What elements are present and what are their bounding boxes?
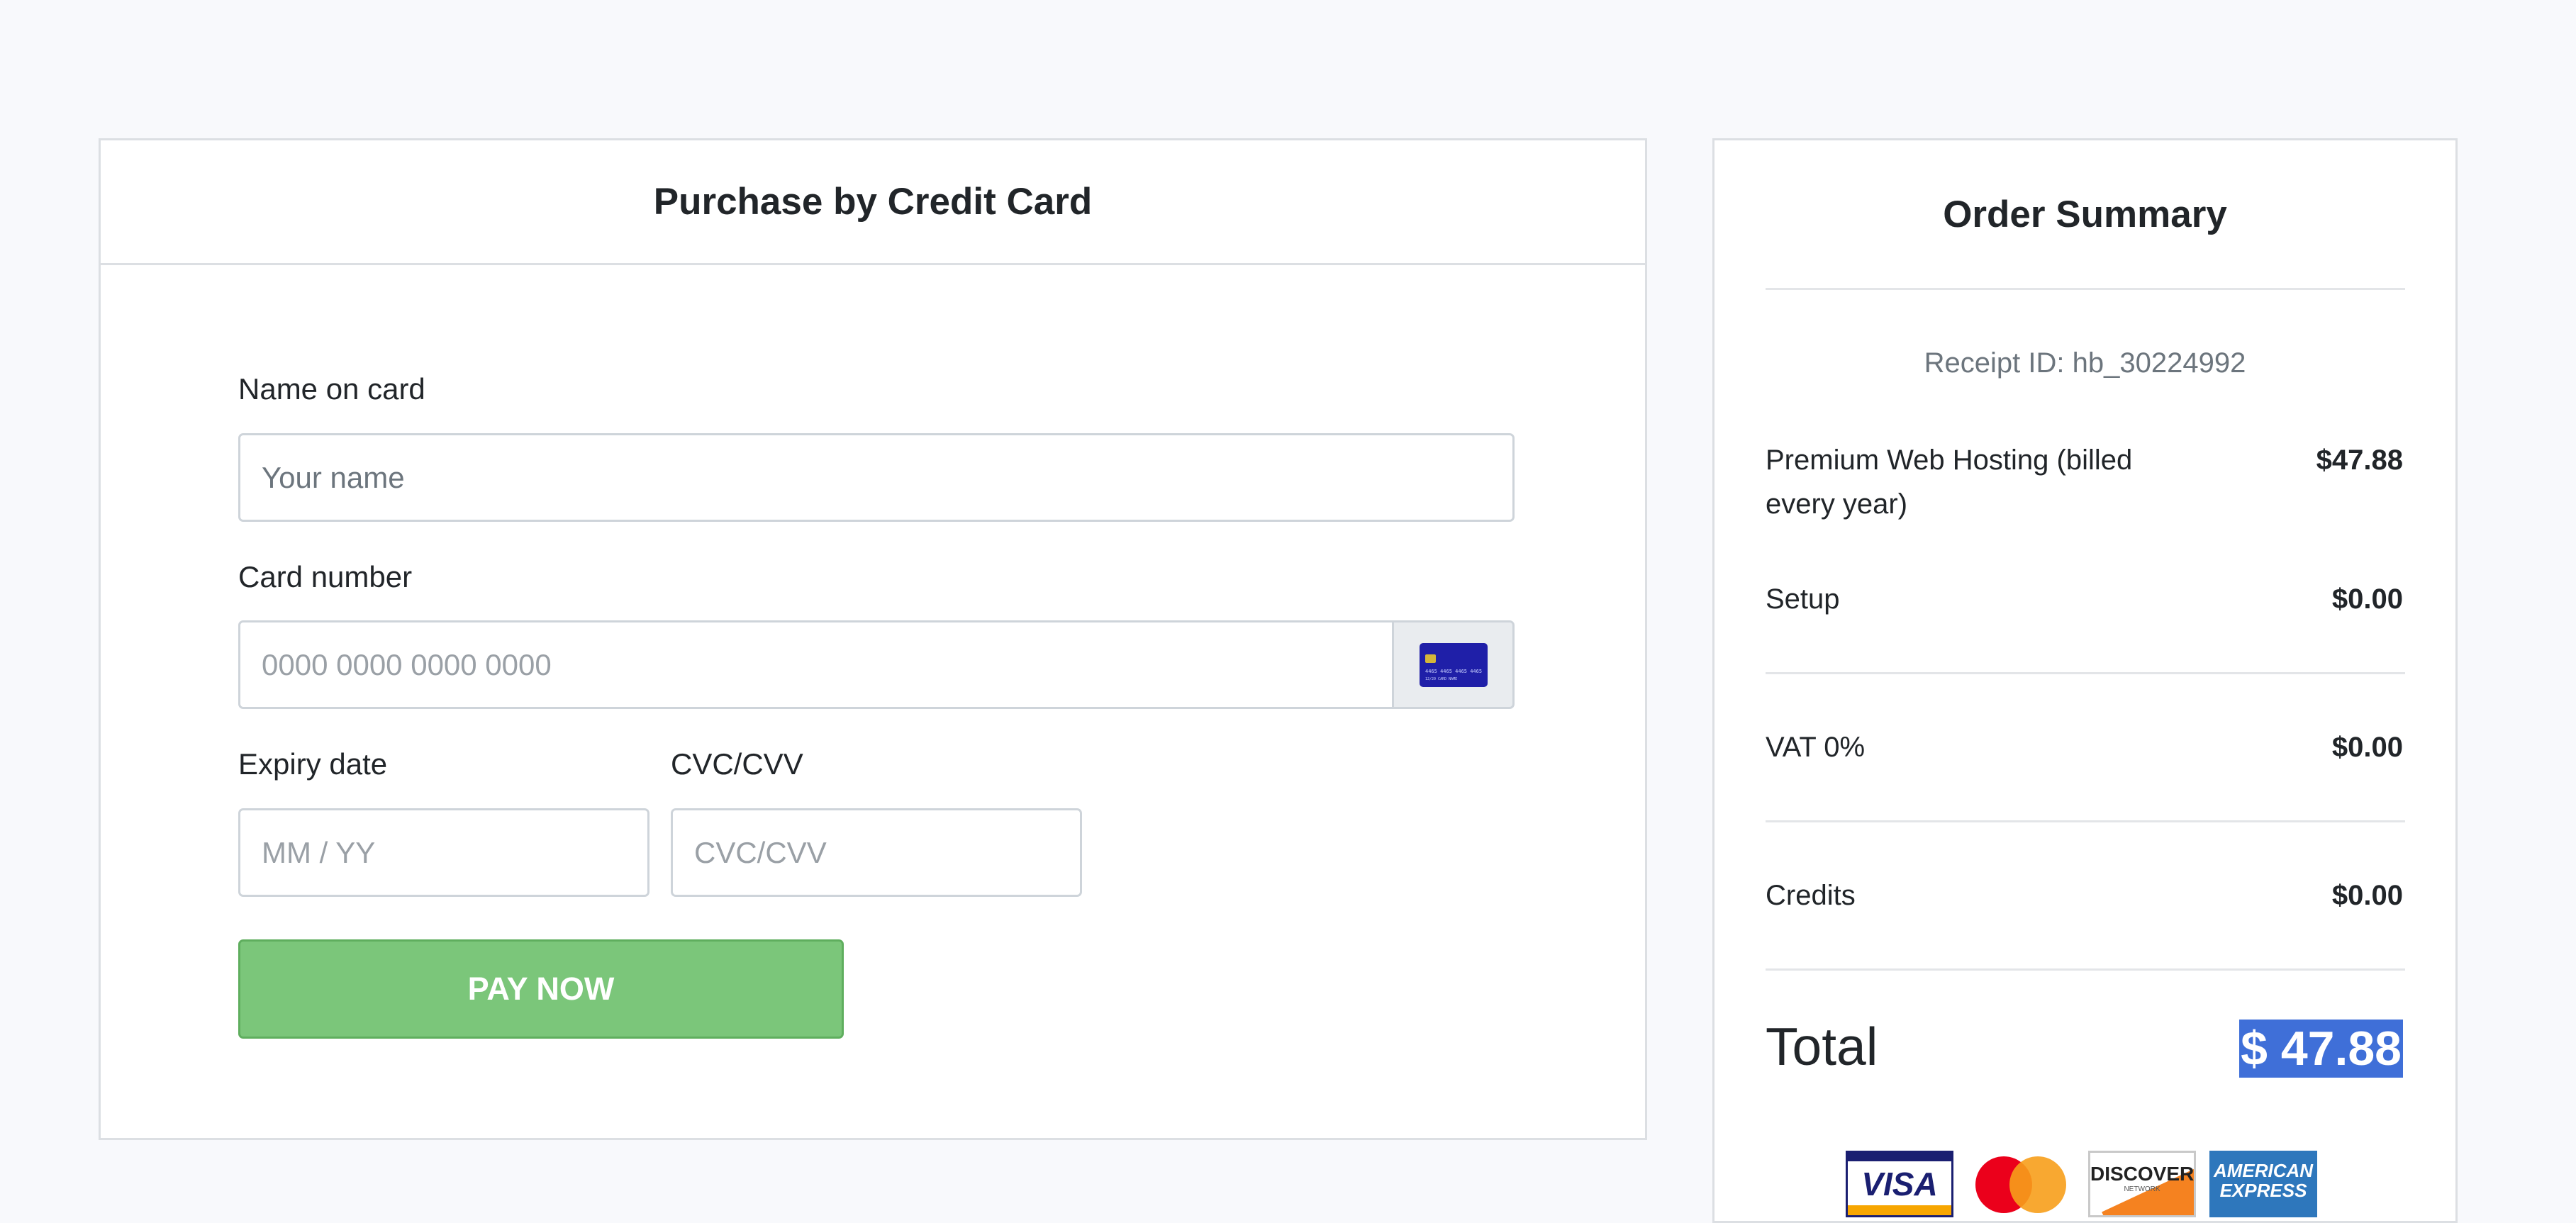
accepted-cards: VISA DISCOVER NETWORK AMERICAN EXPRESS (1846, 1151, 2317, 1217)
line-item-label: Setup (1766, 583, 1840, 615)
cvc-input[interactable] (671, 808, 1082, 897)
svg-text:12/20 CARD NAME: 12/20 CARD NAME (1425, 677, 1457, 681)
line-item-value: $0.00 (2331, 880, 2403, 911)
name-on-card-label: Name on card (238, 372, 425, 406)
card-number-input[interactable] (238, 620, 1394, 709)
line-item-label: Credits (1766, 880, 1856, 911)
divider (1766, 288, 2405, 290)
line-item-label: VAT 0% (1766, 732, 1866, 763)
discover-logo: DISCOVER NETWORK (2088, 1151, 2196, 1217)
expiry-date-label: Expiry date (238, 747, 388, 781)
svg-text:4465 4465 4465 4465: 4465 4465 4465 4465 (1425, 669, 1482, 674)
divider (1766, 672, 2405, 674)
visa-logo: VISA (1846, 1151, 1953, 1217)
line-item-value: $47.88 (2316, 445, 2403, 476)
name-on-card-input[interactable] (238, 433, 1515, 522)
form-header: Purchase by Credit Card (101, 140, 1645, 265)
total-amount: $ 47.88 (2239, 1020, 2403, 1078)
line-item-value: $0.00 (2331, 583, 2403, 615)
divider (1766, 968, 2405, 971)
credit-card-icon: 4465 4465 4465 4465 12/20 CARD NAME (1419, 642, 1488, 687)
total-label: Total (1766, 1017, 1878, 1076)
amex-logo: AMERICAN EXPRESS (2209, 1151, 2317, 1217)
line-item-value: $0.00 (2331, 732, 2403, 763)
line-item-label: Premium Web Hosting (billed every year) (1766, 445, 2133, 520)
receipt-id: Receipt ID: hb_30224992 (1924, 347, 2246, 379)
form-title: Purchase by Credit Card (653, 181, 1093, 223)
cvc-label: CVC/CVV (671, 747, 803, 781)
divider (1766, 820, 2405, 822)
expiry-date-input[interactable] (238, 808, 649, 897)
card-number-label: Card number (238, 560, 413, 593)
order-summary-panel: Order Summary Receipt ID: hb_30224992 Pr… (1712, 138, 2458, 1223)
mastercard-logo (1967, 1151, 2075, 1217)
credit-card-form: Purchase by Credit Card Name on card Car… (99, 138, 1647, 1140)
pay-now-button[interactable]: PAY NOW (238, 939, 844, 1039)
order-summary-title: Order Summary (1943, 194, 2227, 235)
card-number-addon: 4465 4465 4465 4465 12/20 CARD NAME (1394, 620, 1515, 709)
